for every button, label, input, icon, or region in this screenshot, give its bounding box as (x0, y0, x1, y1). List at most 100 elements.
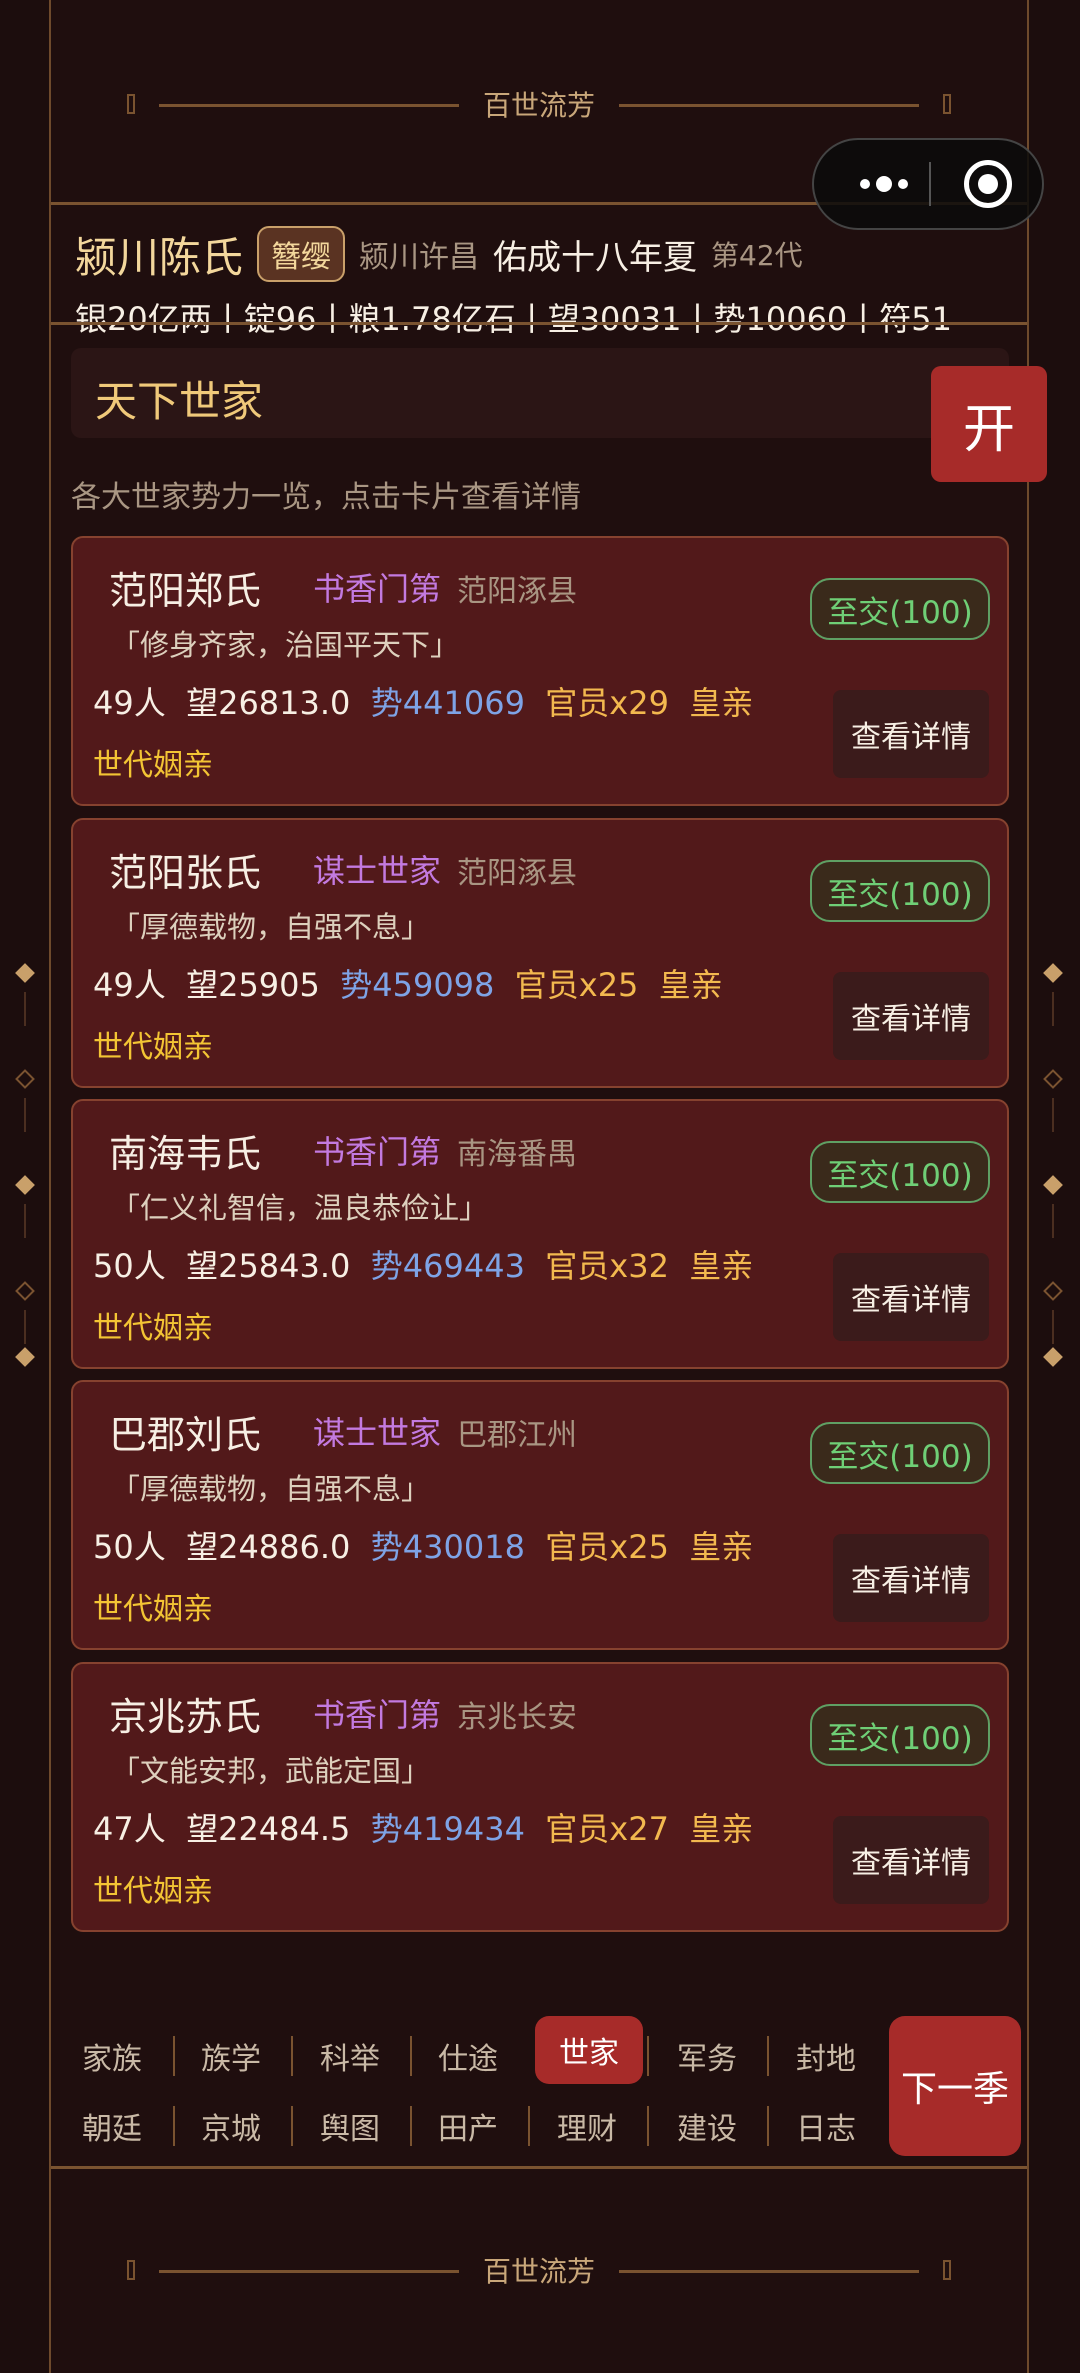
capsule-separator (929, 162, 931, 206)
family-power: 势430018 (370, 1528, 525, 1566)
nav-item-career[interactable]: 仕途 (409, 2022, 527, 2090)
diamond-outline-icon (15, 1281, 35, 1301)
family-name: 京兆苏氏 (109, 1695, 262, 1739)
family-type: 谋士世家 (313, 1414, 442, 1452)
family-place: 范阳涿县 (457, 856, 577, 891)
family-royal: 皇亲 (689, 1810, 754, 1848)
family-stats: 47人 望22484.5 势419434 官员x27 皇亲 (93, 1804, 753, 1850)
diamond-icon (1043, 1347, 1063, 1367)
view-details-button[interactable]: 查看详情 (833, 1816, 989, 1904)
family-place: 京兆长安 (457, 1700, 577, 1735)
family-stats: 49人 望25905 势459098 官员x25 皇亲 (93, 960, 723, 1006)
family-card[interactable]: 南海韦氏 书香门第 南海番禺 「仁义礼智信，温良恭俭让」 50人 望25843.… (71, 1099, 1009, 1369)
ornament-line (1052, 1204, 1054, 1238)
family-royal: 皇亲 (689, 684, 754, 722)
nav-item-court[interactable]: 朝廷 (53, 2092, 171, 2160)
family-officials: 官员x32 (545, 1247, 669, 1285)
resource-line: 银20亿两丨锭96丨粮1.78亿石丨望30031丨势10060丨符51 (75, 300, 953, 338)
bottom-nav: 家族 族学 科举 仕途 世家 军务 封地 朝廷 京城 舆图 田产 理财 建设 日… (51, 2008, 1027, 2168)
relation-badge: 至交(100) (810, 1422, 990, 1484)
family-prestige: 望22484.5 (186, 1810, 351, 1848)
family-card[interactable]: 范阳郑氏 书香门第 范阳涿县 「修身齐家，治国平天下」 49人 望26813.0… (71, 536, 1009, 806)
diamond-icon (15, 1175, 35, 1195)
section-subtitle: 各大世家势力一览，点击卡片查看详情 (71, 480, 581, 515)
ornament-line (24, 992, 26, 1026)
top-banner: 百世流芳 (51, 74, 1027, 134)
family-stats: 50人 望24886.0 势430018 官员x25 皇亲 (93, 1522, 753, 1568)
nav-item-military[interactable]: 军务 (648, 2022, 766, 2090)
ornament-line (24, 1098, 26, 1132)
family-place: 巴郡江州 (457, 1418, 577, 1453)
family-card[interactable]: 巴郡刘氏 谋士世家 巴郡江州 「厚德载物，自强不息」 50人 望24886.0 … (71, 1380, 1009, 1650)
family-prestige: 望25905 (186, 966, 320, 1004)
family-motto: 「仁义礼智信，温良恭俭让」 (111, 1191, 489, 1225)
status-bar: 颍川陈氏 簪缨 颍川许昌 佑成十八年夏 第42代 银20亿两丨锭96丨粮1.78… (75, 222, 1015, 338)
family-place: 范阳涿县 (457, 574, 577, 609)
family-type: 书香门第 (313, 1696, 442, 1734)
banner-line-right (619, 104, 919, 107)
ornament-line (1052, 1310, 1054, 1344)
family-motto: 「厚德载物，自强不息」 (111, 910, 431, 944)
open-button[interactable]: 开 (931, 366, 1047, 482)
family-officials: 官员x25 (545, 1528, 669, 1566)
generation: 第42代 (711, 239, 803, 272)
family-motto: 「厚德载物，自强不息」 (111, 1472, 431, 1506)
family-stats: 49人 望26813.0 势441069 官员x29 皇亲 (93, 678, 753, 724)
ornament-line (24, 1310, 26, 1344)
next-season-button[interactable]: 下一季 (889, 2016, 1021, 2156)
view-details-button[interactable]: 查看详情 (833, 1253, 989, 1341)
nav-item-family[interactable]: 家族 (53, 2022, 171, 2090)
relation-badge: 至交(100) (810, 860, 990, 922)
family-type: 书香门第 (313, 1133, 442, 1171)
diamond-outline-icon (1043, 1281, 1063, 1301)
view-details-button[interactable]: 查看详情 (833, 1534, 989, 1622)
family-people: 49人 (93, 684, 166, 722)
relation-badge: 至交(100) (810, 578, 990, 640)
family-marriage: 世代姻亲 (93, 1311, 213, 1346)
family-type: 谋士世家 (313, 852, 442, 890)
family-motto: 「修身齐家，治国平天下」 (111, 628, 460, 662)
family-stats: 50人 望25843.0 势469443 官员x32 皇亲 (93, 1241, 753, 1287)
close-target-icon[interactable] (964, 160, 1012, 208)
nav-item-school[interactable]: 族学 (172, 2022, 290, 2090)
nav-item-fief[interactable]: 封地 (767, 2022, 885, 2090)
family-name: 南海韦氏 (109, 1132, 262, 1176)
nav-item-map[interactable]: 舆图 (291, 2092, 409, 2160)
family-power: 势459098 (340, 966, 495, 1004)
bottom-banner: 百世流芳 (51, 2240, 1027, 2300)
section-header: 天下世家 (71, 348, 1009, 438)
rank-badge: 簪缨 (257, 226, 346, 282)
relation-badge: 至交(100) (810, 1704, 990, 1766)
nav-item-finance[interactable]: 理财 (528, 2092, 646, 2160)
nav-item-fields[interactable]: 田产 (409, 2092, 527, 2160)
family-people: 49人 (93, 966, 166, 1004)
view-details-button[interactable]: 查看详情 (833, 690, 989, 778)
family-marriage: 世代姻亲 (93, 1874, 213, 1909)
clan-origin: 颍川许昌 (359, 240, 480, 275)
family-prestige: 望24886.0 (186, 1528, 351, 1566)
clan-name: 颍川陈氏 (75, 232, 244, 282)
family-people: 50人 (93, 1528, 166, 1566)
family-name: 巴郡刘氏 (109, 1413, 262, 1457)
banner-cap-right (943, 94, 951, 114)
family-card[interactable]: 京兆苏氏 书香门第 京兆长安 「文能安邦，武能定国」 47人 望22484.5 … (71, 1662, 1009, 1932)
family-marriage: 世代姻亲 (93, 1592, 213, 1627)
nav-item-exam[interactable]: 科举 (291, 2022, 409, 2090)
family-people: 47人 (93, 1810, 166, 1848)
family-name: 范阳郑氏 (109, 569, 262, 613)
family-officials: 官员x29 (545, 684, 669, 722)
diamond-outline-icon (1043, 1069, 1063, 1089)
nav-item-build[interactable]: 建设 (648, 2092, 766, 2160)
more-icon[interactable] (844, 140, 924, 228)
diamond-icon (1043, 1175, 1063, 1195)
miniprogram-capsule (812, 138, 1044, 230)
relation-badge: 至交(100) (810, 1141, 990, 1203)
ornament-line (24, 1204, 26, 1238)
family-card[interactable]: 范阳张氏 谋士世家 范阳涿县 「厚德载物，自强不息」 49人 望25905 势4… (71, 818, 1009, 1088)
nav-item-clans[interactable]: 世家 (535, 2016, 643, 2084)
nav-item-log[interactable]: 日志 (767, 2092, 885, 2160)
nav-item-capital[interactable]: 京城 (172, 2092, 290, 2160)
side-ornament-right (1043, 960, 1064, 1400)
view-details-button[interactable]: 查看详情 (833, 972, 989, 1060)
family-place: 南海番禺 (457, 1137, 577, 1172)
